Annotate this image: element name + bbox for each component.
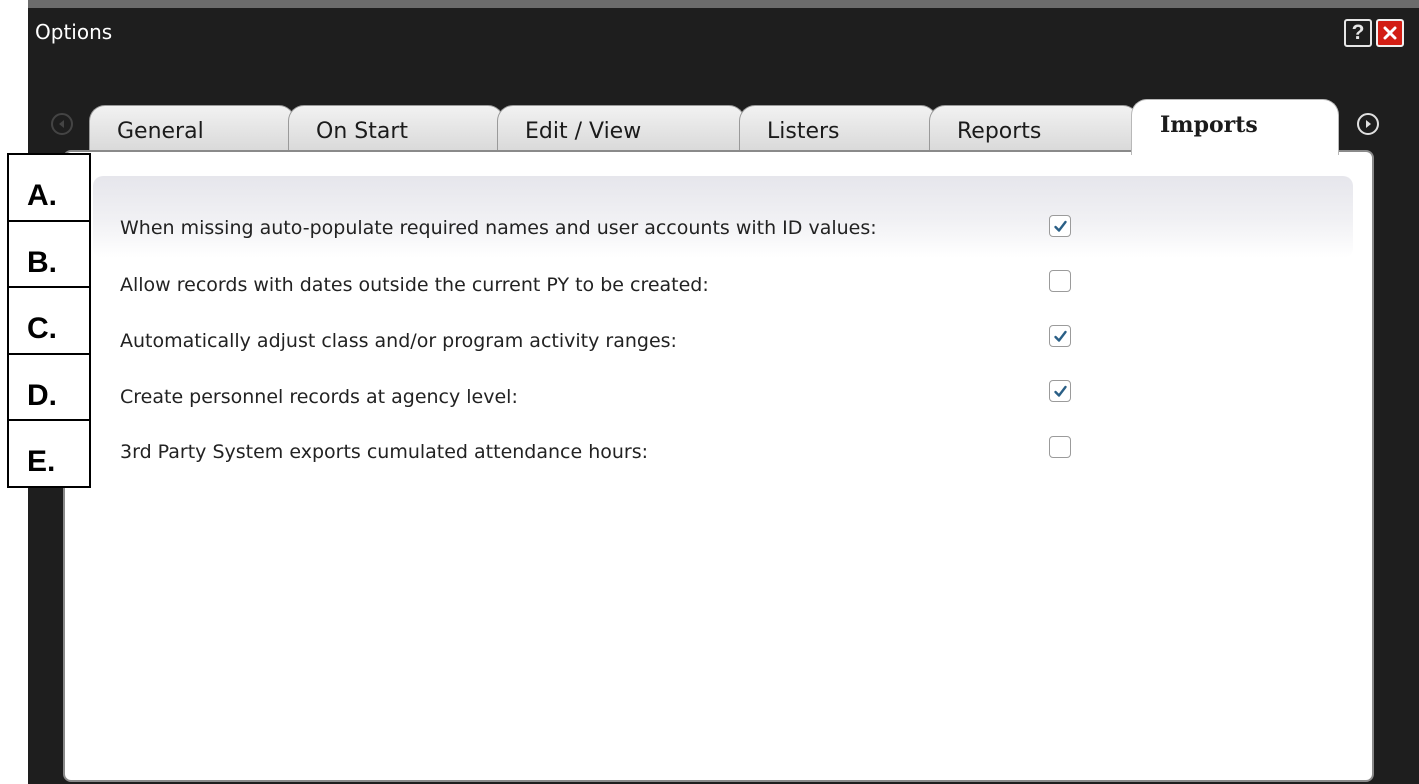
help-button[interactable]: ? [1344,19,1372,47]
tab-imports[interactable]: Imports [1131,99,1339,155]
options-window: Options ? General On Start Edit / View L… [28,0,1419,784]
checkmark-icon [1054,330,1067,342]
checkbox-adjust-ranges[interactable] [1049,325,1071,347]
close-icon [1383,26,1397,40]
option-letter: B. [9,222,89,289]
option-label-dates-outside-py: Allow records with dates outside the cur… [120,274,709,296]
option-letter: A. [9,155,89,222]
window-title: Options [35,20,113,44]
option-label-auto-populate: When missing auto-populate required name… [120,217,877,239]
option-letter: D. [9,355,89,422]
option-label-adjust-ranges: Automatically adjust class and/or progra… [120,330,677,352]
option-label-attendance-hours: 3rd Party System exports cumulated atten… [120,441,649,463]
checkmark-icon [1054,220,1067,232]
checkbox-personnel-agency[interactable] [1049,380,1071,402]
help-icon: ? [1351,21,1365,44]
arrow-left-icon [59,120,64,128]
option-label-personnel-agency: Create personnel records at agency level… [120,386,518,408]
tab-edit-view[interactable]: Edit / View [497,105,745,151]
tab-listers[interactable]: Listers [739,105,937,151]
option-letter: E. [27,445,56,479]
tab-general[interactable]: General [89,105,295,151]
close-button[interactable] [1376,19,1404,47]
tab-on-start[interactable]: On Start [288,105,504,151]
tab-scroll-right-button[interactable] [1357,113,1379,135]
checkbox-auto-populate[interactable] [1049,215,1071,237]
option-letter-legend: A. B. C. D. E. [7,153,91,488]
checkbox-dates-outside-py[interactable] [1049,270,1071,292]
option-letter: C. [9,288,89,355]
tab-scroll-left-button[interactable] [51,113,73,135]
tab-reports[interactable]: Reports [929,105,1139,151]
imports-panel [63,150,1374,782]
checkmark-icon [1054,385,1067,397]
arrow-right-icon [1366,120,1371,128]
checkbox-attendance-hours[interactable] [1049,436,1071,458]
